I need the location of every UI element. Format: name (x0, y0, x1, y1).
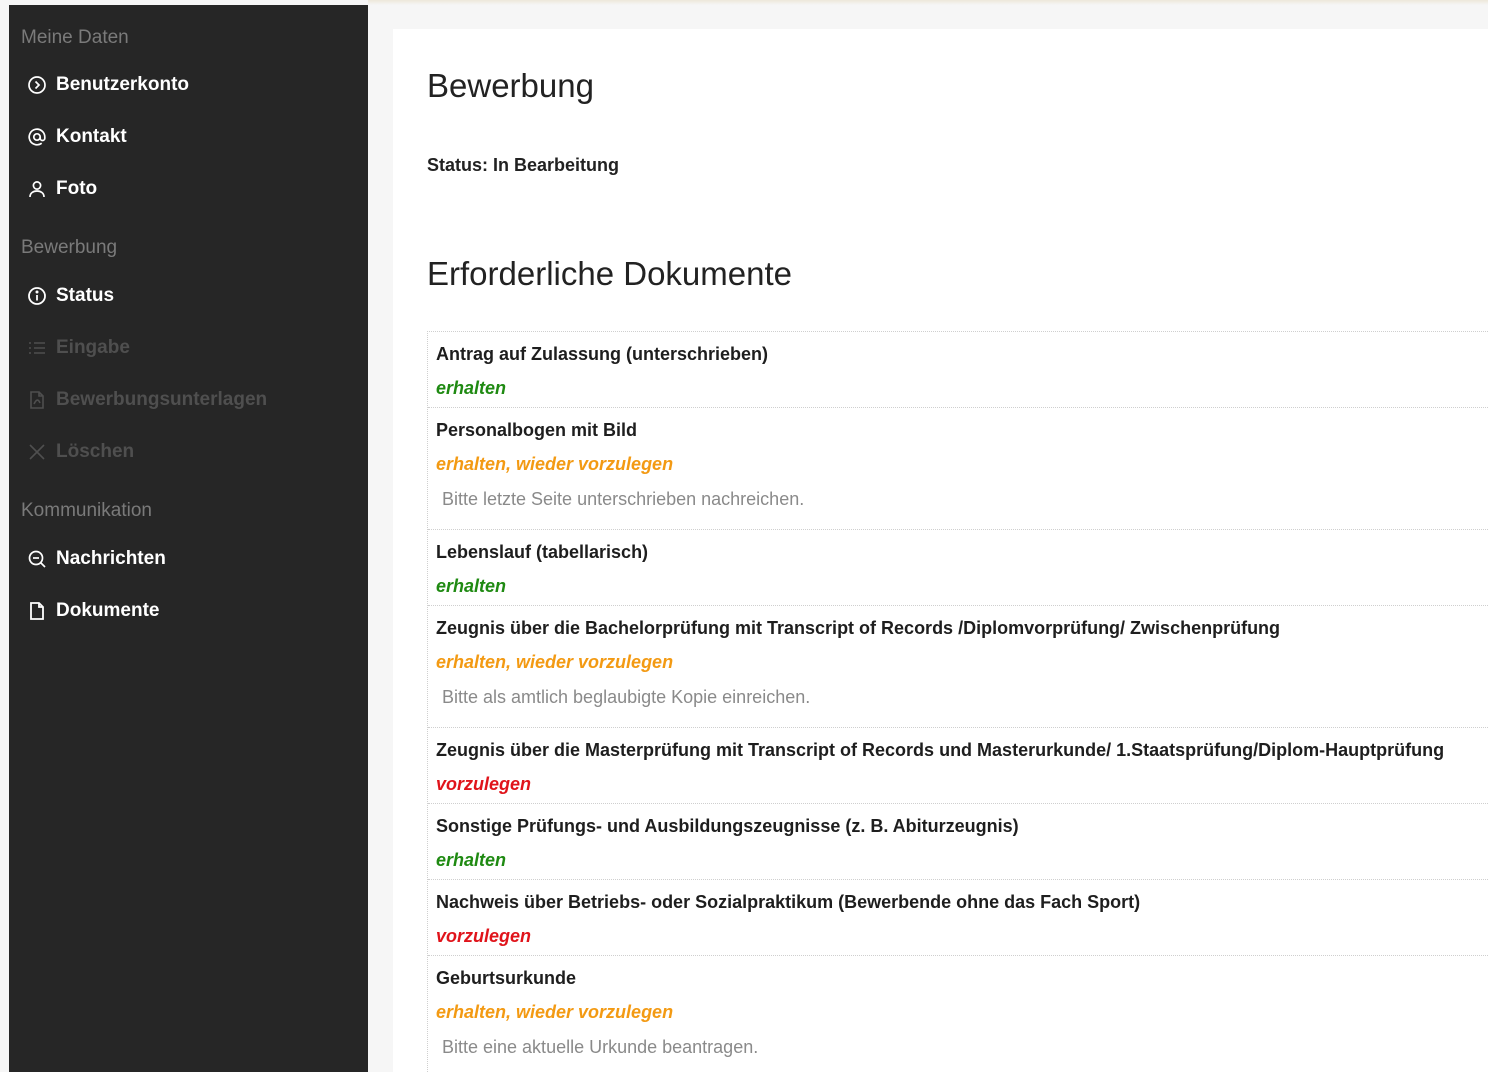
sidebar-item-label: Bewerbungsunterlagen (56, 389, 268, 410)
sidebar-item-label: Benutzerkonto (56, 74, 189, 95)
document-note: Bitte letzte Seite unterschrieben nachre… (442, 489, 805, 509)
sidebar-section-bewerbung: Bewerbung (21, 237, 118, 258)
document-row: Zeugnis über die Bachelorprüfung mit Tra… (428, 606, 1488, 728)
sidebar-item-label: Kontakt (56, 126, 127, 147)
document-status: vorzulegen (436, 774, 532, 794)
user-icon (26, 178, 48, 200)
sidebar-item-nachrichten[interactable]: Nachrichten (9, 545, 368, 573)
document-row: Geburtsurkunde erhalten, wieder vorzuleg… (428, 956, 1488, 1072)
sidebar-item-foto[interactable]: Foto (9, 175, 368, 203)
main-panel: Bewerbung Status: In Bearbeitung Erforde… (393, 29, 1488, 1072)
document-name: Zeugnis über die Bachelorprüfung mit Tra… (436, 618, 1281, 638)
info-circle-icon (26, 285, 48, 307)
at-icon (26, 126, 48, 148)
document-status: erhalten, wieder vorzulegen (436, 1002, 674, 1022)
list-icon (26, 337, 48, 359)
top-divider (368, 0, 1488, 5)
document-name: Geburtsurkunde (436, 968, 577, 988)
sidebar-item-label: Status (56, 285, 115, 306)
page-title: Bewerbung (427, 67, 594, 104)
sidebar-item-benutzerkonto[interactable]: Benutzerkonto (9, 71, 368, 99)
sidebar-section-meine-daten: Meine Daten (21, 27, 129, 48)
chevron-circle-icon (26, 74, 48, 96)
document-name: Personalbogen mit Bild (436, 420, 638, 440)
document-list: Antrag auf Zulassung (unterschrieben) er… (427, 331, 1488, 1072)
document-status: erhalten, wieder vorzulegen (436, 652, 674, 672)
document-name: Lebenslauf (tabellarisch) (436, 542, 649, 562)
document-status: vorzulegen (436, 926, 532, 946)
document-row: Nachweis über Betriebs- oder Sozialprakt… (428, 880, 1488, 956)
sidebar-item-bewerbungsunterlagen: Bewerbungsunterlagen (9, 386, 368, 414)
document-icon (26, 600, 48, 622)
document-row: Sonstige Prüfungs- und Ausbildungszeugni… (428, 804, 1488, 880)
pdf-file-icon (26, 389, 48, 411)
document-row: Lebenslauf (tabellarisch) erhalten (428, 530, 1488, 606)
document-row: Personalbogen mit Bild erhalten, wieder … (428, 408, 1488, 530)
sidebar-item-label: Nachrichten (56, 548, 166, 569)
document-note: Bitte als amtlich beglaubigte Kopie einr… (442, 687, 811, 707)
document-name: Nachweis über Betriebs- oder Sozialprakt… (436, 892, 1141, 912)
sidebar-item-eingabe: Eingabe (9, 334, 368, 362)
sidebar-section-kommunikation: Kommunikation (21, 500, 152, 521)
document-name: Antrag auf Zulassung (unterschrieben) (436, 344, 769, 364)
sidebar-item-label: Löschen (56, 441, 135, 462)
document-row: Zeugnis über die Masterprüfung mit Trans… (428, 728, 1488, 804)
close-icon (26, 441, 48, 463)
document-status: erhalten (436, 576, 507, 596)
document-row: Antrag auf Zulassung (unterschrieben) er… (428, 332, 1488, 408)
documents-title: Erforderliche Dokumente (427, 255, 792, 292)
sidebar-item-label: Dokumente (56, 600, 160, 621)
document-status: erhalten (436, 378, 507, 398)
sidebar-item-status[interactable]: Status (9, 282, 368, 310)
sidebar-item-dokumente[interactable]: Dokumente (9, 597, 368, 625)
sidebar-item-loeschen: Löschen (9, 438, 368, 466)
sidebar-item-label: Foto (56, 178, 98, 199)
chat-icon (26, 548, 48, 570)
sidebar-item-label: Eingabe (56, 337, 130, 358)
application-status: Status: In Bearbeitung (427, 155, 620, 175)
document-note: Bitte eine aktuelle Urkunde beantragen. (442, 1037, 759, 1057)
app: Meine Daten Benutzerkonto Kontakt Foto B… (0, 0, 1488, 1072)
document-name: Sonstige Prüfungs- und Ausbildungszeugni… (436, 816, 1019, 836)
document-status: erhalten (436, 850, 507, 870)
document-name: Zeugnis über die Masterprüfung mit Trans… (436, 740, 1445, 760)
sidebar-item-kontakt[interactable]: Kontakt (9, 123, 368, 151)
document-status: erhalten, wieder vorzulegen (436, 454, 674, 474)
sidebar: Meine Daten Benutzerkonto Kontakt Foto B… (9, 5, 368, 1072)
